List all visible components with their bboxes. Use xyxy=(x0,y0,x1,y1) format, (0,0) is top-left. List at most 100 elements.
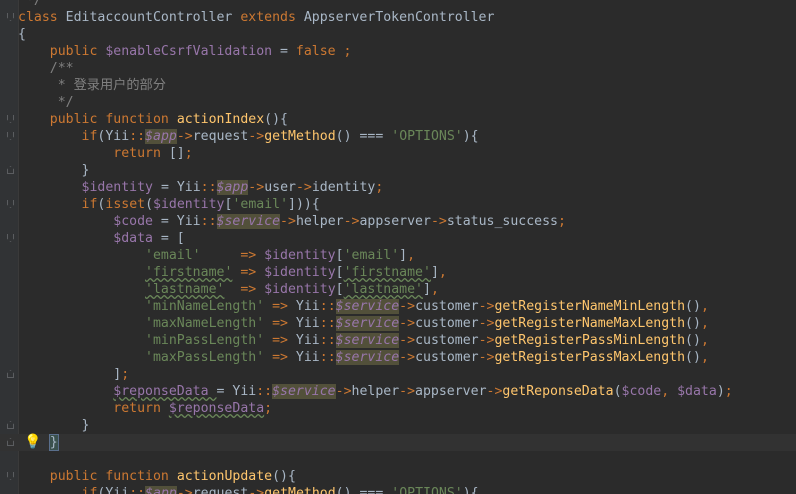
code-token: 'firstname' xyxy=(343,265,431,280)
code-line[interactable]: if(Yii::$app->request->getMethod() === '… xyxy=(0,485,796,494)
code-token: */ xyxy=(18,95,74,110)
code-token: = Yii xyxy=(160,180,201,195)
code-token: = [ xyxy=(160,231,185,246)
code-token: ] xyxy=(423,282,431,297)
code-line[interactable]: ]; xyxy=(0,366,796,383)
code-line[interactable]: /** xyxy=(0,60,796,77)
code-line-text: $code = Yii::$service->helper->appserver… xyxy=(18,213,566,230)
code-token: -> xyxy=(295,180,312,195)
fold-collapse-icon[interactable] xyxy=(7,132,14,140)
code-line-text: 'minPassLength' => Yii::$service->custom… xyxy=(18,332,709,349)
code-line[interactable]: */ xyxy=(0,94,796,111)
code-line[interactable]: class EditaccountController extends Apps… xyxy=(0,9,796,26)
code-line[interactable]: */ xyxy=(0,0,796,9)
code-token: 'email' xyxy=(343,248,400,263)
fold-collapse-icon[interactable] xyxy=(7,13,14,21)
code-token: -> xyxy=(176,486,193,494)
code-line-text: 'maxPassLength' => Yii::$service->custom… xyxy=(18,349,709,366)
code-token: if xyxy=(81,129,98,144)
code-token: -> xyxy=(430,214,447,229)
code-line[interactable] xyxy=(0,451,796,468)
code-token: $code xyxy=(113,214,161,229)
code-line[interactable]: return []; xyxy=(0,145,796,162)
code-token: ; xyxy=(375,180,384,195)
fold-collapse-icon[interactable] xyxy=(7,200,14,208)
code-line-text: return $reponseData; xyxy=(18,400,272,417)
code-token: $service xyxy=(335,316,400,331)
fold-collapse-icon[interactable] xyxy=(7,234,14,242)
code-token: { xyxy=(18,27,26,42)
code-token: } xyxy=(48,434,59,451)
code-line[interactable]: { xyxy=(0,26,796,43)
code-token: $identity xyxy=(264,248,336,263)
fold-collapse-icon[interactable] xyxy=(7,115,14,123)
fold-end-icon[interactable] xyxy=(7,370,14,378)
fold-end-icon[interactable] xyxy=(7,438,14,446)
code-token: getRegisterNameMaxLength xyxy=(494,316,686,331)
code-token: /** xyxy=(18,61,74,76)
code-token: -> xyxy=(335,384,352,399)
code-line[interactable]: * 登录用户的部分 xyxy=(0,77,796,94)
code-line[interactable]: 'email' => $identity['email'], xyxy=(0,247,796,264)
fold-collapse-icon[interactable] xyxy=(7,472,14,480)
code-token: , xyxy=(700,316,709,331)
code-line[interactable]: if(isset($identity['email'])){ xyxy=(0,196,796,213)
fold-end-icon[interactable] xyxy=(7,421,14,429)
code-token: ; xyxy=(184,146,193,161)
code-line[interactable]: 'minNameLength' => Yii::$service->custom… xyxy=(0,298,796,315)
code-line[interactable]: 💡 } xyxy=(0,434,796,451)
code-line-text: $reponseData = Yii::$service->helper->ap… xyxy=(18,383,733,400)
code-line[interactable]: 'maxPassLength' => Yii::$service->custom… xyxy=(0,349,796,366)
code-line[interactable]: 'firstname' => $identity['firstname'], xyxy=(0,264,796,281)
code-line[interactable]: if(Yii::$app->request->getMethod() === '… xyxy=(0,128,796,145)
code-line[interactable]: $code = Yii::$service->helper->appserver… xyxy=(0,213,796,230)
code-token: public xyxy=(49,44,106,59)
code-line[interactable]: 'lastname' => $identity['lastname'], xyxy=(0,281,796,298)
code-token: return xyxy=(113,401,169,416)
code-token: $reponseData xyxy=(113,384,217,399)
code-token: $reponseData xyxy=(168,401,265,416)
code-line[interactable]: public $enableCsrfValidation = false ; xyxy=(0,43,796,60)
code-token: :: xyxy=(129,486,146,494)
code-line[interactable]: $data = [ xyxy=(0,230,796,247)
code-line[interactable]: 'minPassLength' => Yii::$service->custom… xyxy=(0,332,796,349)
code-token: ){ xyxy=(462,129,479,144)
code-line[interactable]: $identity = Yii::$app->user->identity; xyxy=(0,179,796,196)
code-token: ; xyxy=(724,384,733,399)
code-token: :: xyxy=(200,180,217,195)
code-token: actionUpdate xyxy=(176,469,273,484)
code-token: 'lastname' xyxy=(343,282,423,297)
code-line[interactable]: } xyxy=(0,162,796,179)
code-line-text: if(isset($identity['email'])){ xyxy=(18,196,320,213)
code-token: 'maxNameLength' xyxy=(145,316,265,331)
code-line[interactable]: } xyxy=(0,417,796,434)
code-token: ])){ xyxy=(288,197,320,212)
code-token: () xyxy=(685,299,701,314)
code-line[interactable]: public function actionIndex(){ xyxy=(0,111,796,128)
code-token: getRegisterPassMinLength xyxy=(494,333,686,348)
code-token: extends xyxy=(240,10,304,25)
code-token: $data xyxy=(113,231,161,246)
code-token: $service xyxy=(216,214,281,229)
code-token: ( xyxy=(145,197,154,212)
fold-end-icon[interactable] xyxy=(7,166,14,174)
code-line-text: } xyxy=(18,162,90,179)
code-token: getMethod xyxy=(264,129,336,144)
code-editor[interactable]: */class EditaccountController extends Ap… xyxy=(0,0,796,494)
code-line[interactable]: public function actionUpdate(){ xyxy=(0,468,796,485)
code-line-text: { xyxy=(18,26,26,43)
code-token: (Yii xyxy=(97,129,130,144)
code-token: [ xyxy=(335,282,344,297)
code-line[interactable]: $reponseData = Yii::$service->helper->ap… xyxy=(0,383,796,400)
code-line-text: 'minNameLength' => Yii::$service->custom… xyxy=(18,298,709,315)
code-line[interactable]: return $reponseData; xyxy=(0,400,796,417)
code-line[interactable]: 'maxNameLength' => Yii::$service->custom… xyxy=(0,315,796,332)
code-token: customer xyxy=(415,316,479,331)
code-token: :: xyxy=(129,129,146,144)
